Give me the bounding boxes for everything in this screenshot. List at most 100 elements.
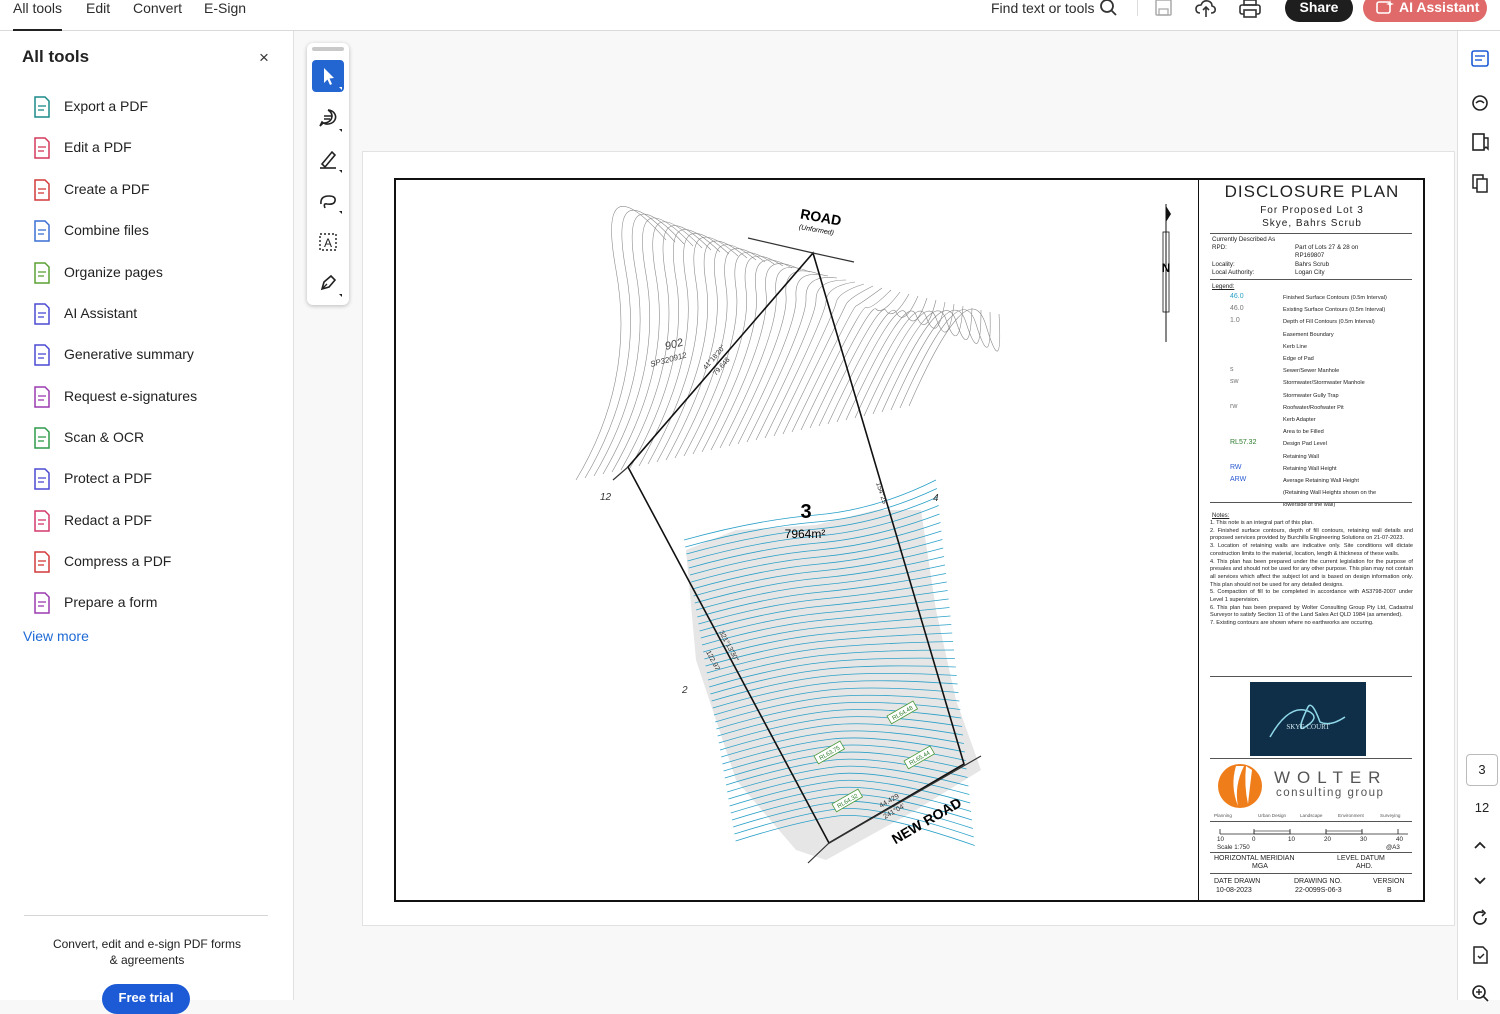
- tool-label: Organize pages: [64, 264, 163, 280]
- save-icon[interactable]: [1153, 0, 1175, 18]
- tab-edit[interactable]: Edit: [86, 0, 110, 31]
- tab-convert[interactable]: Convert: [133, 0, 182, 31]
- datum-label: LEVEL DATUM: [1337, 855, 1385, 862]
- wolter-logo-icon: [1218, 764, 1262, 808]
- road-reserve-line: [747, 237, 855, 263]
- tool-export-pdf[interactable]: Export a PDF: [22, 95, 262, 125]
- tool-label: Prepare a form: [64, 594, 158, 610]
- close-icon[interactable]: ×: [259, 48, 269, 68]
- tool-label: Export a PDF: [64, 98, 149, 114]
- legend-label: Existing Surface Contours (0.5m Interval…: [1283, 307, 1386, 314]
- legend-label: Area to be Filled: [1283, 429, 1324, 436]
- scale-tick-label: 20: [1324, 836, 1331, 843]
- plan-title: DISCLOSURE PLAN: [1224, 182, 1400, 201]
- adjoining-lot-12: 12: [600, 492, 612, 503]
- toolbar-divider: [1137, 0, 1138, 16]
- chevron-up-icon[interactable]: [1470, 835, 1490, 855]
- legend-label: Stormwater Gully Trap: [1283, 392, 1339, 399]
- existing-contour-line: [638, 233, 730, 467]
- bookmark-icon[interactable]: [1470, 132, 1490, 152]
- cursor-icon: [324, 68, 342, 90]
- redact-pdf-icon: [34, 510, 50, 532]
- tool-label: Combine files: [64, 222, 149, 238]
- tool-redact-pdf[interactable]: Redact a PDF: [22, 509, 262, 539]
- tab-all-tools[interactable]: All tools: [13, 0, 63, 31]
- tool-label: Compress a PDF: [64, 553, 172, 569]
- combine-files-icon: [34, 220, 50, 242]
- tool-generative-summary[interactable]: Generative summary: [22, 343, 262, 373]
- ai-assistant-button[interactable]: AI Assistant: [1363, 0, 1487, 22]
- all-tools-panel: All tools × Export a PDF Edit a PDF Create…: [0, 31, 294, 1014]
- chevron-down-icon[interactable]: [1470, 870, 1490, 890]
- svg-text:A: A: [324, 236, 332, 250]
- tool-compress-pdf[interactable]: Compress a PDF: [22, 550, 262, 580]
- tool-organize-pages[interactable]: Organize pages: [22, 261, 262, 291]
- text-tool-button[interactable]: A: [312, 226, 344, 258]
- existing-contour-line: [683, 252, 775, 457]
- tool-request-esignatures[interactable]: Request e-signatures: [22, 385, 262, 415]
- print-icon[interactable]: [1239, 0, 1261, 18]
- generative-summary-icon: [34, 344, 50, 366]
- toolbar-grip[interactable]: [312, 47, 344, 51]
- freehand-draw-icon: [320, 195, 342, 214]
- tool-create-pdf[interactable]: Create a PDF: [22, 178, 262, 208]
- title-block-divider: [1198, 178, 1199, 902]
- promo-text: Convert, edit and e-sign PDF forms & agr…: [40, 936, 254, 968]
- chat-bubble-icon[interactable]: [1470, 93, 1490, 113]
- legend-label: (Retaining Wall Heights shown on the: [1283, 490, 1377, 497]
- legend-label: Average Retaining Wall Height: [1283, 478, 1359, 484]
- notes-title: Notes:: [1212, 513, 1230, 519]
- legend-title: Legend:: [1212, 283, 1235, 290]
- prepare-form-icon: [34, 592, 50, 614]
- zoom-in-icon[interactable]: [1470, 983, 1490, 1003]
- find-text-or-tools[interactable]: Find text or tools: [991, 0, 1095, 16]
- tab-esign[interactable]: E-Sign: [204, 0, 246, 31]
- top-menu-bar: All tools Edit Convert E-Sign Find text …: [0, 0, 1500, 31]
- existing-contour-line: [809, 291, 901, 429]
- tool-ai-assistant[interactable]: AI Assistant: [22, 302, 262, 332]
- rule: [1210, 502, 1412, 503]
- draw-tool-button[interactable]: [312, 184, 344, 216]
- legend-sample: 46.0: [1230, 305, 1244, 313]
- authority-value: Logan City: [1295, 269, 1325, 276]
- site-plan-drawing: ROAD (Unformed) NEW ROAD 3 7964m² 902 SP…: [575, 204, 1171, 864]
- tool-protect-pdf[interactable]: Protect a PDF: [22, 467, 262, 497]
- service-item: Landscape: [1300, 813, 1323, 818]
- view-more-link[interactable]: View more: [23, 628, 89, 644]
- select-tool-button[interactable]: [312, 60, 344, 92]
- note-item: 6. This plan has been prepared by Wolter…: [1210, 604, 1413, 619]
- extract-pages-icon[interactable]: [1470, 945, 1490, 965]
- page-thumbnails-icon[interactable]: [1470, 173, 1490, 193]
- note-item: 5. Compaction of fill to be completed in…: [1210, 589, 1413, 604]
- legend-label: Retaining Wall: [1283, 453, 1319, 460]
- skye-court-text: SKYE COURT: [1286, 723, 1330, 731]
- tool-label: Protect a PDF: [64, 470, 152, 486]
- north-arrow: N: [1162, 204, 1171, 342]
- tool-edit-pdf[interactable]: Edit a PDF: [22, 136, 262, 166]
- service-item: Urban Design: [1258, 813, 1287, 818]
- panel-title: All tools: [22, 47, 90, 66]
- upload-cloud-icon[interactable]: [1195, 0, 1217, 18]
- legend-sample: RW: [1230, 463, 1242, 471]
- north-label: N: [1162, 261, 1171, 275]
- rotate-icon[interactable]: [1470, 908, 1490, 928]
- comments-panel-icon[interactable]: [1470, 48, 1490, 68]
- tool-scan-ocr[interactable]: Scan & OCR: [22, 426, 262, 456]
- lot-area: 7964m²: [785, 527, 826, 541]
- existing-contour-line: [746, 277, 838, 443]
- date-value: 10-08-2023: [1216, 887, 1252, 894]
- highlight-tool-button[interactable]: [312, 143, 344, 175]
- request-esignatures-icon: [34, 386, 50, 408]
- date-label: DATE DRAWN: [1214, 878, 1261, 885]
- free-trial-button[interactable]: Free trial: [102, 984, 190, 1014]
- tool-prepare-form[interactable]: Prepare a form: [22, 591, 262, 621]
- title-block: DISCLOSURE PLAN For Proposed Lot 3 Skye,…: [1200, 178, 1424, 902]
- note-item: 3. Location of retaining walls are indic…: [1210, 543, 1413, 557]
- current-page-input[interactable]: 3: [1466, 754, 1498, 786]
- sign-tool-button[interactable]: [312, 267, 344, 299]
- comment-tool-button[interactable]: [312, 102, 344, 134]
- tool-combine-files[interactable]: Combine files: [22, 219, 262, 249]
- share-button[interactable]: Share: [1285, 0, 1353, 22]
- search-icon[interactable]: [1098, 0, 1120, 18]
- tool-label: Edit a PDF: [64, 139, 132, 155]
